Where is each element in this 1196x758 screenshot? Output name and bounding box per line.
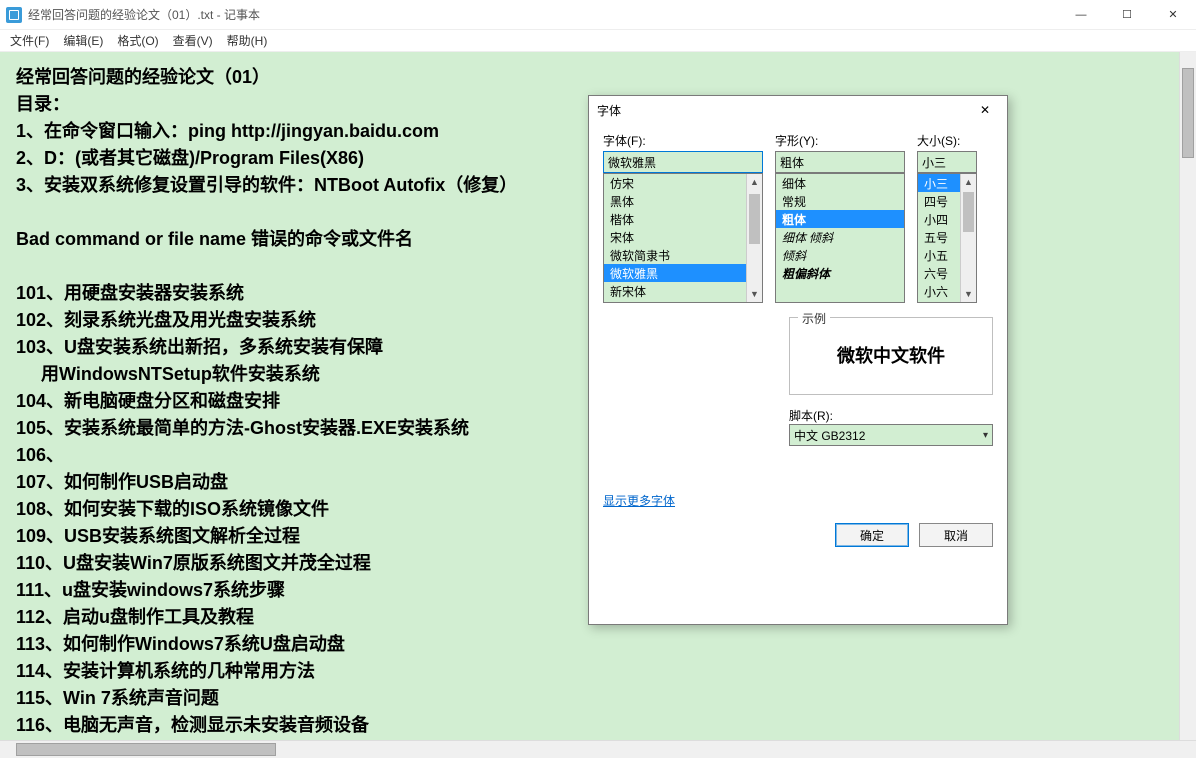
scroll-up-icon[interactable]: ▲ xyxy=(961,174,976,190)
sample-legend: 示例 xyxy=(798,310,830,327)
menu-edit[interactable]: 编辑(E) xyxy=(57,30,109,51)
font-input[interactable] xyxy=(603,151,763,173)
font-dialog: 字体 ✕ 字体(F): 仿宋黑体楷体宋体微软简隶书微软雅黑新宋体 ▲ ▼ xyxy=(588,95,1008,625)
size-option[interactable]: 小四 xyxy=(918,210,960,228)
dialog-title: 字体 xyxy=(597,102,971,119)
titlebar: 经常回答问题的经验论文（01）.txt - 记事本 — ☐ ✕ xyxy=(0,0,1196,30)
font-option[interactable]: 仿宋 xyxy=(604,174,746,192)
show-more-fonts-link[interactable]: 显示更多字体 xyxy=(603,492,675,509)
scroll-thumb[interactable] xyxy=(749,194,760,244)
sample-fieldset: 示例 微软中文软件 xyxy=(789,317,993,395)
close-button[interactable]: ✕ xyxy=(1150,0,1196,29)
menu-file[interactable]: 文件(F) xyxy=(4,30,55,51)
size-option[interactable]: 小五 xyxy=(918,246,960,264)
font-list-scrollbar[interactable]: ▲ ▼ xyxy=(746,174,762,302)
style-option[interactable]: 粗体 xyxy=(776,210,904,228)
scroll-thumb[interactable] xyxy=(963,192,974,232)
size-label: 大小(S): xyxy=(917,132,977,149)
font-option[interactable]: 微软简隶书 xyxy=(604,246,746,264)
style-column: 字形(Y): 细体常规粗体细体 倾斜倾斜粗偏斜体 xyxy=(775,132,905,303)
style-option[interactable]: 细体 xyxy=(776,174,904,192)
ok-button[interactable]: 确定 xyxy=(835,523,909,547)
menu-view[interactable]: 查看(V) xyxy=(167,30,219,51)
font-label: 字体(F): xyxy=(603,132,763,149)
cancel-button[interactable]: 取消 xyxy=(919,523,993,547)
chevron-down-icon: ▾ xyxy=(983,430,988,441)
font-option[interactable]: 新宋体 xyxy=(604,282,746,300)
menubar: 文件(F) 编辑(E) 格式(O) 查看(V) 帮助(H) xyxy=(0,30,1196,52)
font-column: 字体(F): 仿宋黑体楷体宋体微软简隶书微软雅黑新宋体 ▲ ▼ xyxy=(603,132,763,303)
font-option[interactable]: 宋体 xyxy=(604,228,746,246)
script-select[interactable]: 中文 GB2312 ▾ xyxy=(789,424,993,446)
dialog-close-button[interactable]: ✕ xyxy=(971,100,999,120)
script-value: 中文 GB2312 xyxy=(794,427,865,444)
maximize-button[interactable]: ☐ xyxy=(1104,0,1150,29)
sample-group: 示例 微软中文软件 xyxy=(789,317,993,395)
size-option[interactable]: 五号 xyxy=(918,228,960,246)
window-title: 经常回答问题的经验论文（01）.txt - 记事本 xyxy=(28,6,1058,23)
font-picker-row: 字体(F): 仿宋黑体楷体宋体微软简隶书微软雅黑新宋体 ▲ ▼ 字形(Y): 细… xyxy=(603,132,993,303)
scroll-down-icon[interactable]: ▼ xyxy=(961,286,976,302)
size-listbox[interactable]: 小三四号小四五号小五六号小六 ▲ ▼ xyxy=(917,173,977,303)
vertical-scroll-thumb[interactable] xyxy=(1182,68,1194,158)
size-option[interactable]: 六号 xyxy=(918,264,960,282)
style-label: 字形(Y): xyxy=(775,132,905,149)
font-option[interactable]: 微软雅黑 xyxy=(604,264,746,282)
style-option[interactable]: 粗偏斜体 xyxy=(776,264,904,282)
style-input[interactable] xyxy=(775,151,905,173)
dialog-body: 字体(F): 仿宋黑体楷体宋体微软简隶书微软雅黑新宋体 ▲ ▼ 字形(Y): 细… xyxy=(589,124,1007,624)
menu-format[interactable]: 格式(O) xyxy=(111,30,164,51)
size-option[interactable]: 小六 xyxy=(918,282,960,300)
size-list-scrollbar[interactable]: ▲ ▼ xyxy=(960,174,976,302)
size-option[interactable]: 小三 xyxy=(918,174,960,192)
style-option[interactable]: 倾斜 xyxy=(776,246,904,264)
scroll-up-icon[interactable]: ▲ xyxy=(747,174,762,190)
app-icon xyxy=(6,7,22,23)
size-input[interactable] xyxy=(917,151,977,173)
minimize-button[interactable]: — xyxy=(1058,0,1104,29)
size-option[interactable]: 四号 xyxy=(918,192,960,210)
sample-text: 微软中文软件 xyxy=(798,332,984,378)
size-column: 大小(S): 小三四号小四五号小五六号小六 ▲ ▼ xyxy=(917,132,977,303)
horizontal-scroll-thumb[interactable] xyxy=(16,743,276,756)
horizontal-scrollbar[interactable] xyxy=(0,740,1196,758)
scroll-down-icon[interactable]: ▼ xyxy=(747,286,762,302)
style-option[interactable]: 常规 xyxy=(776,192,904,210)
font-option[interactable]: 楷体 xyxy=(604,210,746,228)
script-label: 脚本(R): xyxy=(789,409,833,423)
vertical-scrollbar[interactable] xyxy=(1179,52,1196,740)
font-listbox[interactable]: 仿宋黑体楷体宋体微软简隶书微软雅黑新宋体 ▲ ▼ xyxy=(603,173,763,303)
menu-help[interactable]: 帮助(H) xyxy=(221,30,274,51)
dialog-titlebar: 字体 ✕ xyxy=(589,96,1007,124)
script-group: 脚本(R): 中文 GB2312 ▾ xyxy=(789,407,993,446)
style-listbox[interactable]: 细体常规粗体细体 倾斜倾斜粗偏斜体 xyxy=(775,173,905,303)
font-option[interactable]: 黑体 xyxy=(604,192,746,210)
window-controls: — ☐ ✕ xyxy=(1058,0,1196,29)
dialog-buttons: 确定 取消 xyxy=(603,523,993,547)
style-option[interactable]: 细体 倾斜 xyxy=(776,228,904,246)
